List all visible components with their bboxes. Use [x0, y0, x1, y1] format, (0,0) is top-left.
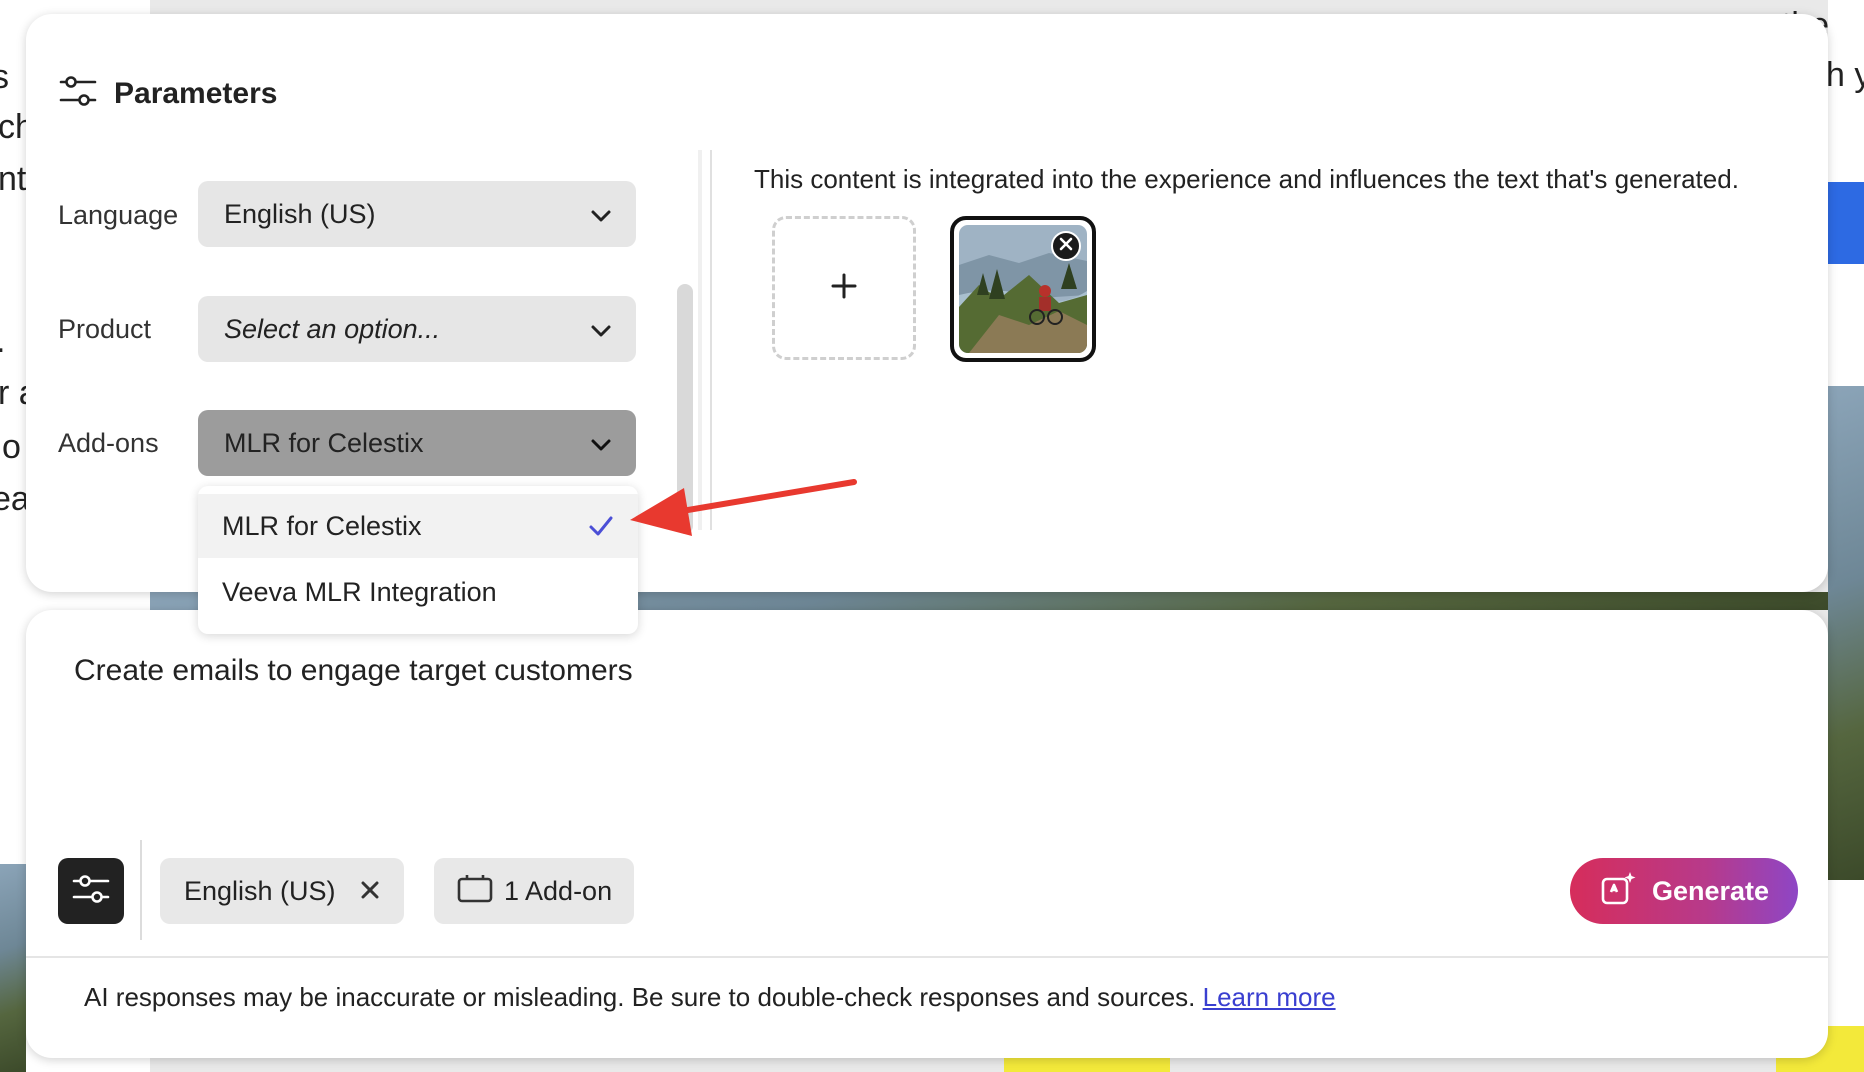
content-info-text: This content is integrated into the expe…: [754, 164, 1739, 194]
parameters-header: Parameters: [58, 74, 277, 113]
chevron-down-icon: [590, 203, 612, 234]
addon-chip-label: 1 Add-on: [504, 875, 613, 906]
checkmark-icon: [588, 514, 614, 545]
plus-icon: [830, 272, 858, 305]
language-label: Language: [58, 200, 179, 230]
generate-button[interactable]: Generate: [1570, 858, 1798, 924]
sparkle-icon: [1600, 870, 1638, 913]
addons-select[interactable]: MLR for Celestix: [198, 410, 636, 476]
parameters-toggle-button[interactable]: [58, 858, 124, 924]
product-select-placeholder: Select an option...: [224, 313, 441, 344]
menu-item-label: Veeva MLR Integration: [222, 576, 497, 607]
background-fragment: o: [2, 428, 21, 466]
divider: [710, 150, 712, 530]
divider: [140, 840, 142, 940]
disclaimer-text: AI responses may be inaccurate or mislea…: [84, 982, 1196, 1012]
prompt-panel: Create emails to engage target customers…: [26, 610, 1828, 1058]
language-select-value: English (US): [224, 198, 376, 229]
parameters-title: Parameters: [114, 76, 278, 110]
prompt-input[interactable]: Create emails to engage target customers: [74, 654, 633, 688]
background-yellow-block: [1004, 1056, 1170, 1072]
language-chip-label: English (US): [184, 875, 336, 906]
background-blue-button: [1828, 182, 1864, 264]
content-thumbnail[interactable]: [950, 216, 1096, 362]
menu-item-veeva-mlr-integration[interactable]: Veeva MLR Integration: [198, 560, 638, 624]
chevron-down-icon: [590, 318, 612, 349]
background-photo-right: [1828, 386, 1864, 880]
product-select[interactable]: Select an option...: [198, 296, 636, 362]
menu-item-mlr-for-celestix[interactable]: MLR for Celestix: [198, 494, 638, 558]
addons-label: Add-ons: [58, 428, 159, 458]
remove-thumbnail-button[interactable]: [1051, 231, 1081, 261]
sliders-icon: [58, 74, 98, 113]
background-photo-left: [0, 864, 26, 1072]
addon-chip[interactable]: 1 Add-on: [434, 858, 634, 924]
background-fragment: h y: [1826, 56, 1864, 94]
scrollbar-track[interactable]: [698, 150, 702, 530]
chevron-down-icon: [590, 432, 612, 463]
divider: [26, 956, 1828, 958]
addons-select-value: MLR for Celestix: [224, 427, 424, 458]
language-select[interactable]: English (US): [198, 181, 636, 247]
close-icon: [1059, 237, 1073, 256]
addons-dropdown-menu: MLR for Celestix Veeva MLR Integration: [198, 486, 638, 634]
menu-item-label: MLR for Celestix: [222, 510, 422, 541]
learn-more-link[interactable]: Learn more: [1203, 982, 1336, 1012]
background-fragment: s: [0, 58, 9, 96]
generate-label: Generate: [1652, 875, 1770, 906]
product-label: Product: [58, 314, 152, 344]
background-fragment: .: [0, 322, 5, 361]
add-content-button[interactable]: [772, 216, 916, 360]
sliders-icon: [71, 872, 111, 911]
briefcase-icon: [456, 872, 494, 911]
background-fragment: nt: [0, 160, 27, 198]
ai-disclaimer: AI responses may be inaccurate or mislea…: [84, 982, 1336, 1013]
mountain-bike-image: [959, 225, 1087, 353]
remove-language-icon[interactable]: [358, 878, 382, 909]
language-chip[interactable]: English (US): [160, 858, 404, 924]
scrollbar-thumb[interactable]: [677, 284, 693, 534]
